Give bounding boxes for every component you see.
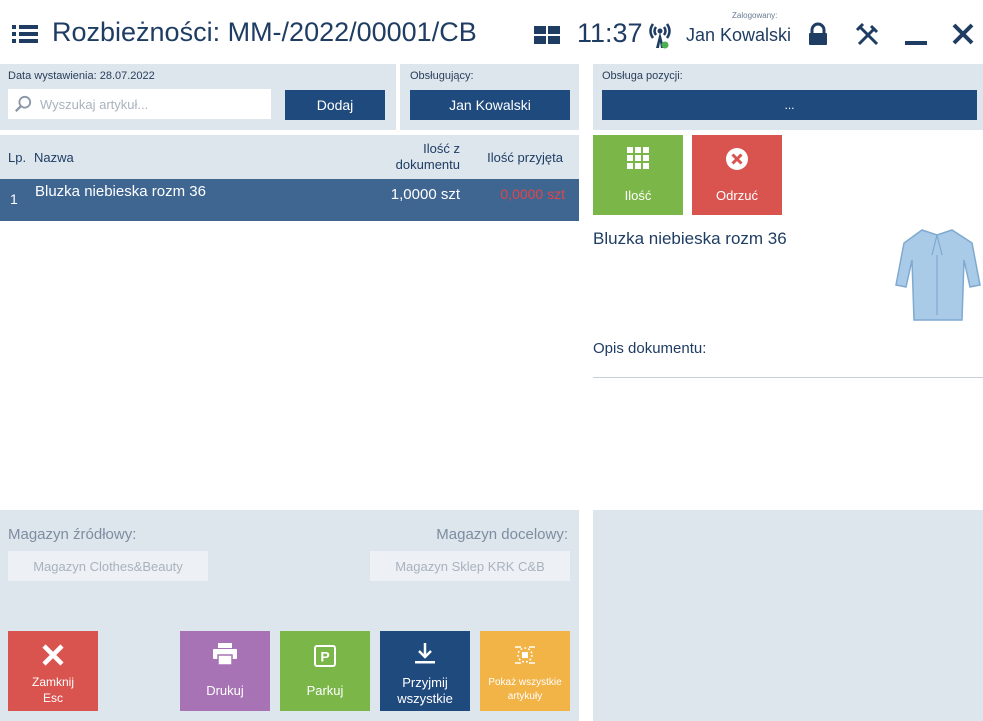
tools-icon[interactable] [855, 22, 881, 48]
reject-icon [726, 148, 748, 170]
minimize-icon[interactable] [904, 22, 928, 46]
print-button[interactable]: Drukuj [180, 631, 270, 711]
close-label-1: Zamknij [31, 675, 74, 689]
add-button[interactable]: Dodaj [285, 90, 385, 120]
search-placeholder: Wyszukaj artykuł... [40, 96, 149, 112]
antenna-icon [649, 23, 671, 49]
col-qty-doc-line2: dokumentu [395, 157, 460, 172]
header-bar: Rozbieżności: MM-/2022/00001/CB 11:37 Za… [0, 0, 983, 64]
handler-button[interactable]: Jan Kowalski [410, 90, 570, 120]
handler-panel: Obsługujący: Jan Kowalski [400, 64, 579, 130]
lock-icon[interactable] [806, 22, 830, 46]
target-warehouse-label: Magazyn docelowy: [436, 526, 568, 543]
source-warehouse-label: Magazyn źródłowy: [8, 526, 137, 543]
svg-text:P: P [320, 649, 329, 665]
table-row[interactable]: 1 Bluzka niebieska rozm 36 1,0000 szt 0,… [0, 179, 579, 221]
park-label: Parkuj [306, 683, 344, 698]
parking-icon: P [314, 645, 336, 667]
handler-label: Obsługujący: [410, 70, 474, 82]
user-name: Jan Kowalski [686, 25, 792, 45]
row-qty-received: 0,0000 szt [500, 186, 565, 202]
search-panel: Data wystawienia: 28.07.2022 Wyszukaj ar… [0, 64, 396, 130]
row-lp: 1 [10, 191, 18, 207]
accept-all-label-2: wszystkie [397, 691, 453, 706]
scan-items-icon [515, 646, 535, 664]
keypad-icon [627, 147, 649, 169]
print-label: Drukuj [206, 683, 244, 698]
reject-button[interactable]: Odrzuć [692, 135, 782, 215]
doc-desc-label: Opis dokumentu: [593, 340, 707, 357]
position-panel: Obsługa pozycji: ... [593, 64, 983, 130]
reject-label: Odrzuć [716, 188, 758, 203]
accept-all-label-1: Przyjmij [402, 675, 448, 690]
source-warehouse-field[interactable]: Magazyn Clothes&Beauty [8, 551, 208, 581]
col-qty-doc[interactable]: Ilość z dokumentu [380, 141, 460, 173]
clock: 11:37 [577, 18, 643, 48]
close-button[interactable]: Zamknij Esc [8, 631, 98, 711]
show-all-items-button[interactable]: Pokaż wszystkie artykuły [480, 631, 570, 711]
detail-item-name: Bluzka niebieska rozm 36 [593, 229, 787, 248]
col-qty-doc-line1: Ilość z [423, 141, 460, 156]
quantity-label: Ilość [624, 188, 652, 203]
table-header: Lp. Nazwa Ilość z dokumentu Ilość przyję… [0, 135, 579, 179]
menu-icon[interactable] [12, 24, 38, 44]
position-label: Obsługa pozycji: [602, 70, 683, 82]
bottom-right-panel [593, 510, 983, 721]
doc-desc-divider [593, 377, 983, 378]
close-label-2: Esc [42, 691, 63, 705]
close-icon[interactable] [951, 22, 975, 46]
accept-all-button[interactable]: Przyjmij wszystkie [380, 631, 470, 711]
tiles-icon[interactable] [534, 26, 560, 44]
product-image [895, 229, 981, 321]
col-lp[interactable]: Lp. [8, 150, 26, 165]
search-input[interactable]: Wyszukaj artykuł... [8, 89, 271, 119]
position-button[interactable]: ... [602, 90, 977, 120]
show-all-label-2: artykuły [507, 691, 543, 702]
col-qty-received[interactable]: Ilość przyjęta [475, 150, 563, 165]
issue-date: Data wystawienia: 28.07.2022 [8, 70, 155, 82]
download-icon [415, 643, 435, 664]
row-qty-doc: 1,0000 szt [390, 186, 460, 203]
row-name: Bluzka niebieska rozm 36 [35, 183, 206, 200]
x-icon [42, 644, 64, 666]
show-all-label-1: Pokaż wszystkie [488, 677, 562, 688]
park-button[interactable]: P Parkuj [280, 631, 370, 711]
search-icon [15, 95, 32, 112]
target-warehouse-field[interactable]: Magazyn Sklep KRK C&B [370, 551, 570, 581]
page-title: Rozbieżności: MM-/2022/00001/CB [52, 17, 477, 47]
logged-in-label: Zalogowany: [732, 11, 778, 20]
col-name[interactable]: Nazwa [34, 150, 74, 165]
quantity-button[interactable]: Ilość [593, 135, 683, 215]
printer-icon [213, 643, 237, 665]
